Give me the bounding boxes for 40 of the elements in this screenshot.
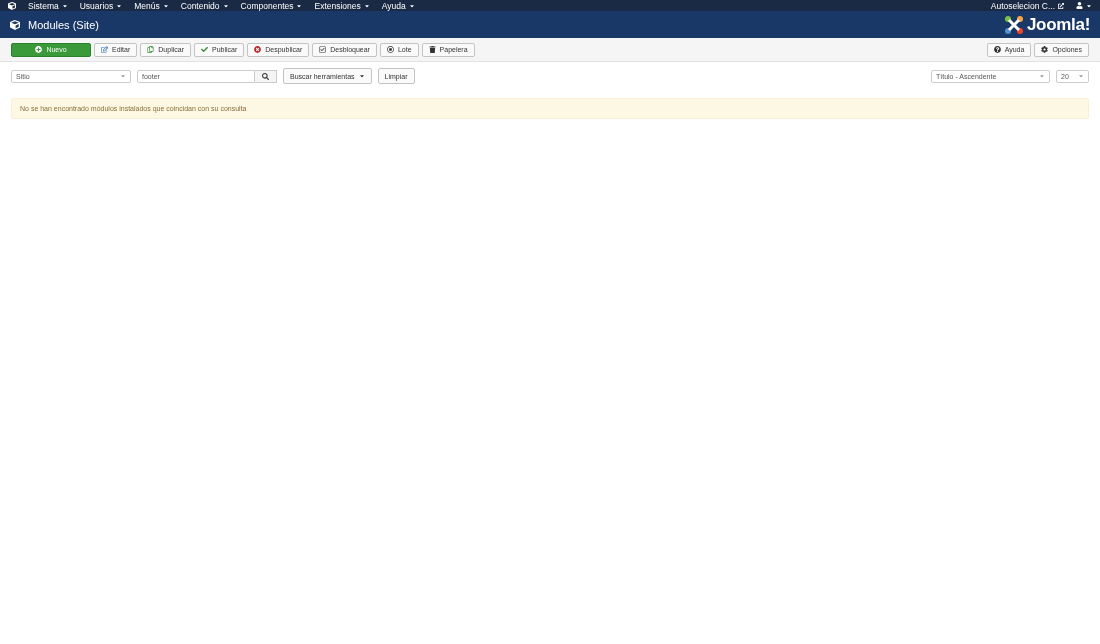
menu-item[interactable]: Sistema <box>28 0 68 11</box>
menu-label[interactable]: Ayuda <box>381 0 406 11</box>
caret-icon <box>120 73 126 79</box>
caret-icon <box>61 2 68 9</box>
search-icon <box>262 72 269 80</box>
trash-icon <box>428 46 436 53</box>
menu-label[interactable]: Extensiones <box>314 0 361 11</box>
user-icon[interactable] <box>1076 2 1083 9</box>
caret-icon <box>116 2 123 9</box>
caret-icon <box>408 2 415 9</box>
caret-icon <box>1086 2 1092 9</box>
checkbox-icon <box>319 46 327 53</box>
site-link[interactable]: Autoselecion C... <box>990 0 1055 11</box>
settings-icon <box>1041 46 1049 53</box>
page-title: Modules (Site) <box>28 18 100 31</box>
cube-icon <box>10 19 20 30</box>
caret-icon <box>1078 73 1084 79</box>
menu-item[interactable]: Ayuda <box>381 0 415 11</box>
menu-item[interactable]: Usuarios <box>79 0 123 11</box>
caret-icon <box>358 73 365 79</box>
menu-label[interactable]: Sistema <box>28 0 59 11</box>
caret-icon <box>363 2 370 9</box>
caret-icon <box>222 2 229 9</box>
menu-label[interactable]: Contenido <box>180 0 220 11</box>
check-icon <box>201 46 208 53</box>
joomla-logo-icon <box>1003 14 1024 35</box>
caret-icon <box>1039 73 1045 79</box>
copy-icon <box>147 46 155 53</box>
search-button[interactable] <box>255 69 277 83</box>
menu-item[interactable]: Menús <box>134 0 169 11</box>
caret-icon <box>162 2 169 9</box>
menu-label[interactable]: Usuarios <box>79 0 114 11</box>
edit-icon <box>101 46 108 53</box>
menu-item[interactable]: Extensiones <box>314 0 370 11</box>
external-link-icon <box>1058 2 1064 9</box>
brand-name: Joomla! <box>1026 14 1090 35</box>
caret-icon <box>296 2 303 9</box>
menu-item[interactable]: Contenido <box>180 0 229 11</box>
help-icon <box>993 46 1001 53</box>
menu-label[interactable]: Menús <box>134 0 160 11</box>
